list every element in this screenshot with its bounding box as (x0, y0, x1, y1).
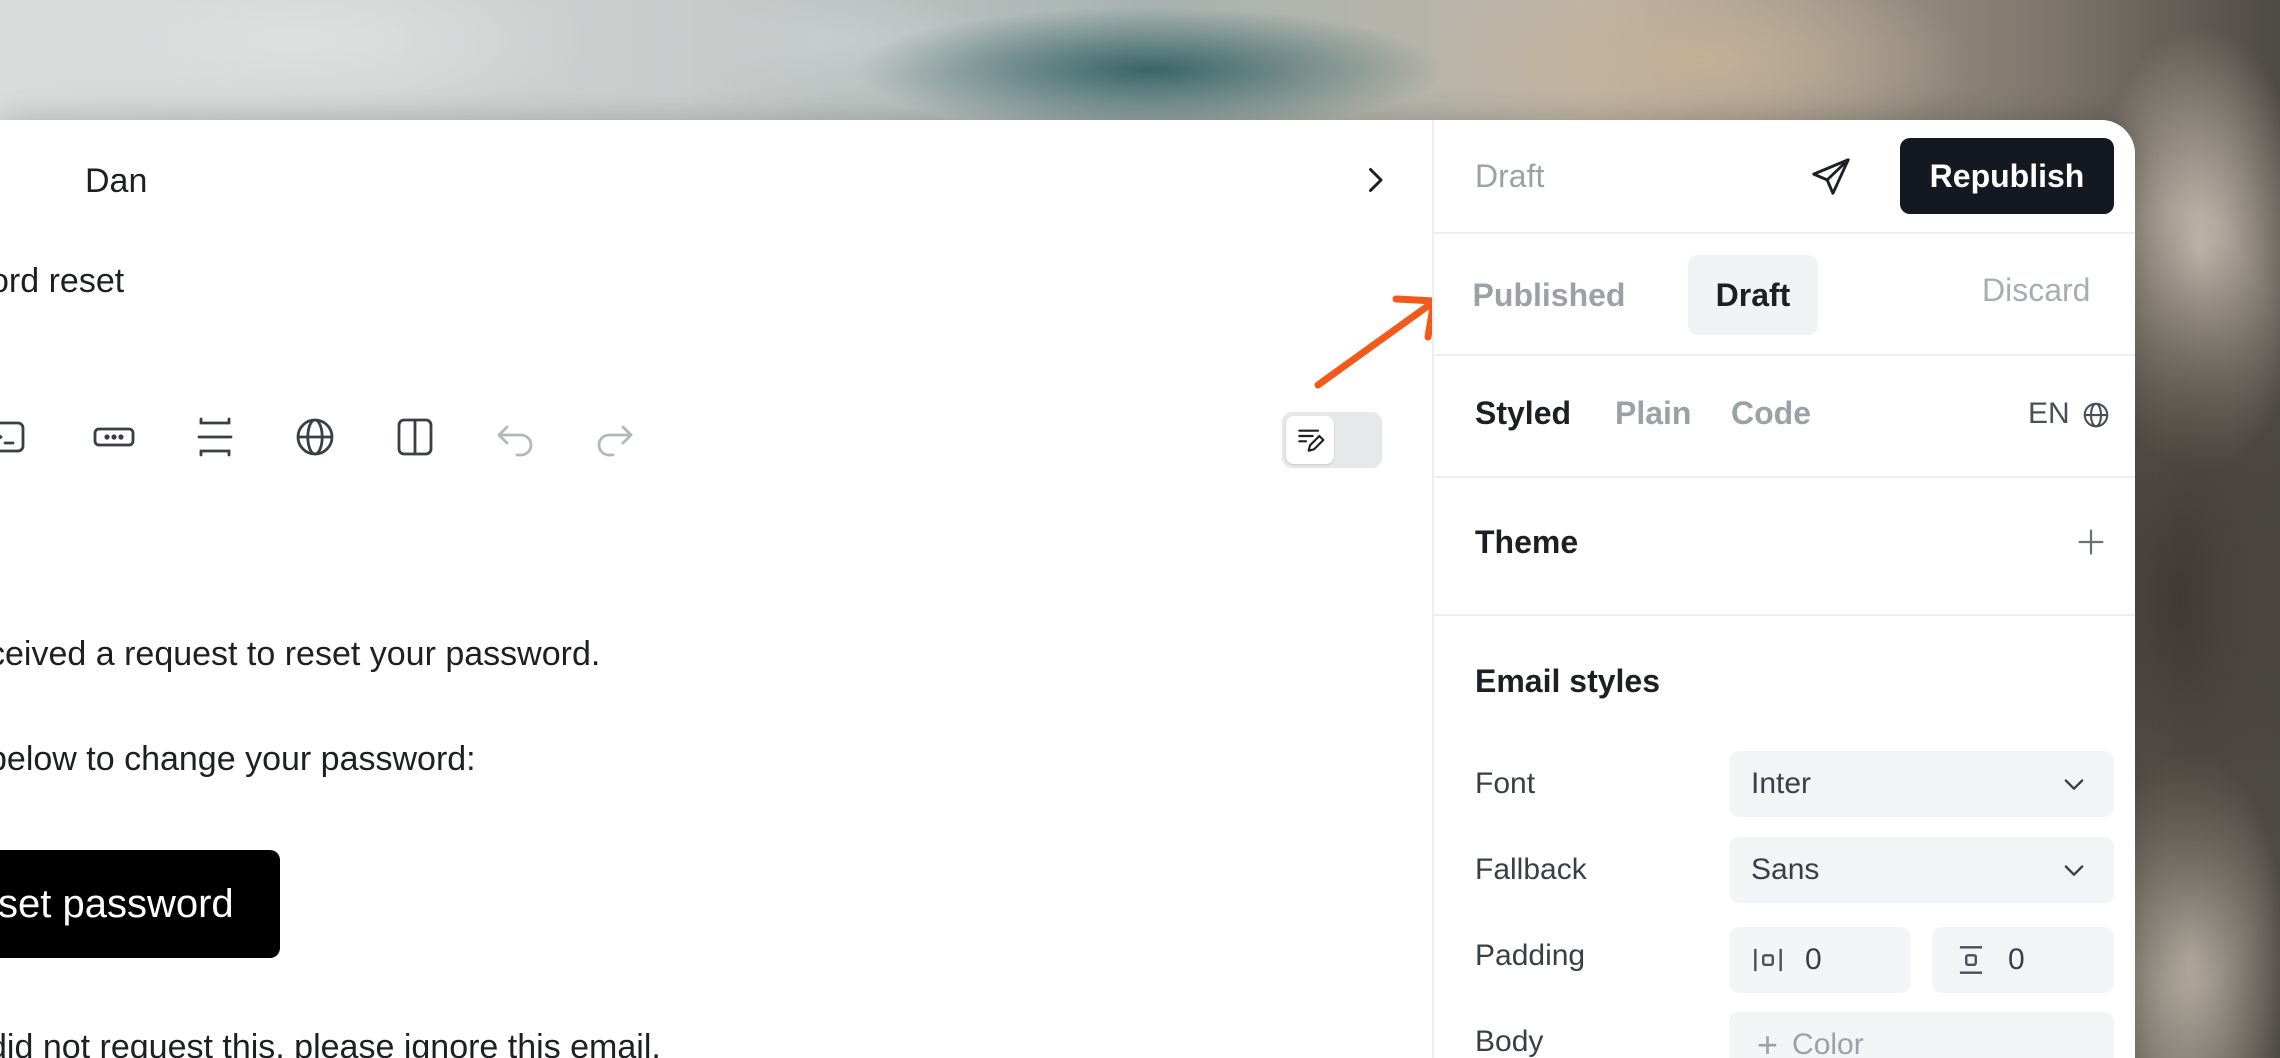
undo-icon[interactable] (488, 410, 542, 464)
horizontal-padding-icon (1754, 948, 1782, 972)
email-body-line[interactable]: did not request this, please ignore this… (0, 1028, 661, 1058)
padding-x-value: 0 (1805, 943, 1822, 976)
globe-icon[interactable] (288, 410, 342, 464)
discard-button[interactable]: Discard (1982, 272, 2090, 309)
terminal-icon[interactable] (0, 410, 32, 464)
email-body-line[interactable]: below to change your password: (0, 740, 476, 779)
globe-icon[interactable] (2081, 400, 2111, 430)
body-color-label: Color (1792, 1028, 1864, 1058)
padding-x-input[interactable]: 0 (1729, 927, 1911, 993)
vertical-padding-icon (1959, 946, 1983, 974)
editor-toolbar (0, 410, 1432, 470)
theme-title: Theme (1475, 524, 1579, 560)
republish-button[interactable]: Republish (1900, 138, 2114, 214)
button-icon[interactable] (87, 410, 141, 464)
send-icon[interactable] (1808, 154, 1854, 200)
tab-published[interactable]: Published (1454, 255, 1644, 335)
font-value: Inter (1751, 767, 1812, 800)
font-select[interactable]: Inter (1729, 751, 2114, 817)
recipient-name[interactable]: Dan (85, 162, 147, 201)
preview-toggle[interactable] (1282, 412, 1382, 468)
fallback-label: Fallback (1475, 853, 1587, 886)
padding-y-input[interactable]: 0 (1932, 927, 2114, 993)
body-label: Body (1475, 1025, 1544, 1058)
tab-code[interactable]: Code (1731, 395, 1811, 432)
plus-icon: + (1757, 1024, 1779, 1058)
redo-icon[interactable] (588, 410, 642, 464)
columns-icon[interactable] (388, 410, 442, 464)
chevron-down-icon (2064, 865, 2084, 876)
chevron-right-icon[interactable] (1357, 162, 1393, 198)
tab-styled[interactable]: Styled (1475, 395, 1571, 432)
divider (1434, 476, 2135, 478)
spacer-icon[interactable] (188, 410, 242, 464)
settings-panel: Draft Republish Published Draft Discard … (1432, 120, 2135, 1058)
email-styles-title: Email styles (1475, 663, 1660, 699)
subject-line[interactable]: ord reset (0, 262, 124, 301)
font-label: Font (1475, 767, 1536, 800)
padding-y-value: 0 (2008, 943, 2025, 976)
fallback-value: Sans (1751, 853, 1820, 886)
edit-mode-icon (1286, 416, 1334, 464)
body-color-input[interactable]: + Color (1729, 1012, 2114, 1058)
fallback-select[interactable]: Sans (1729, 837, 2114, 903)
language-selector[interactable]: EN (2028, 397, 2070, 431)
annotation-arrow-icon (1314, 295, 1438, 389)
divider (1434, 614, 2135, 616)
add-theme-icon[interactable] (2074, 525, 2108, 559)
status-label: Draft (1475, 158, 1545, 194)
padding-label: Padding (1475, 939, 1586, 972)
divider (1434, 354, 2135, 356)
app-window: Dan ord reset ceived a request to reset … (0, 120, 2135, 1058)
tab-plain[interactable]: Plain (1615, 395, 1691, 432)
chevron-down-icon (2064, 779, 2084, 790)
reset-password-button[interactable]: set password (0, 850, 280, 958)
divider (1434, 232, 2135, 234)
tab-draft[interactable]: Draft (1688, 255, 1818, 335)
reset-password-label: set password (0, 881, 234, 926)
email-body-line[interactable]: ceived a request to reset your password. (0, 635, 600, 674)
email-editor: Dan ord reset ceived a request to reset … (0, 120, 1432, 1058)
